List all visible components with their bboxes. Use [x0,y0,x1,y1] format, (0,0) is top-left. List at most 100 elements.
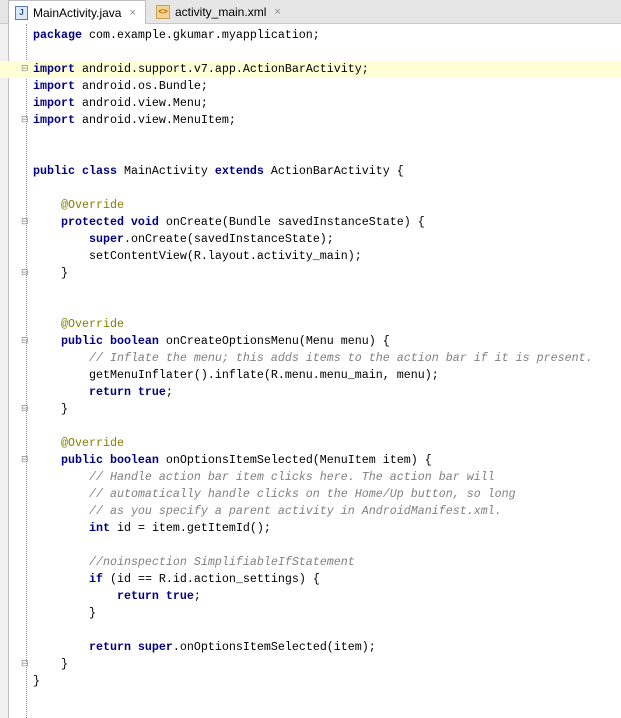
keyword: return true [116,589,194,603]
code-line[interactable]: @Override [0,316,621,333]
fold-end-icon[interactable]: ⊟ [21,116,30,125]
code-line[interactable]: super.onCreate(savedInstanceState); [0,231,621,248]
code-text: } [33,606,96,620]
code-line[interactable] [0,146,621,163]
comment: // automatically handle clicks on the Ho… [88,487,516,501]
keyword: import [33,96,75,110]
code-line[interactable] [0,180,621,197]
close-icon[interactable]: × [129,7,135,19]
code-line[interactable]: // automatically handle clicks on the Ho… [0,486,621,503]
annotation: @Override [60,317,124,331]
code-line[interactable]: } [0,605,621,622]
code-line[interactable]: return true; [0,588,621,605]
java-file-icon: J [15,5,28,20]
code-text: ; [165,385,173,399]
code-text: ; [193,589,201,603]
code-line[interactable]: protected void onCreate(Bundle savedInst… [0,214,621,231]
code-text: onCreate(Bundle savedInstanceState) { [158,215,425,229]
code-line[interactable]: // as you specify a parent activity in A… [0,503,621,520]
code-line[interactable]: } ⊟ [0,401,621,418]
keyword: import [33,113,75,127]
code-line[interactable]: package com.example.gkumar.myapplication… [0,27,621,44]
fold-collapse-icon[interactable]: ⊟ [21,337,30,346]
code-line[interactable] [0,44,621,61]
code-text: android.os.Bundle; [74,79,208,93]
code-line[interactable]: if (id == R.id.action_settings) { [0,571,621,588]
code-text: } [33,674,40,688]
code-line[interactable]: import android.view.Menu; [0,95,621,112]
code-line[interactable]: public class MainActivity extends Action… [0,163,621,180]
code-editor[interactable]: package com.example.gkumar.myapplication… [0,27,621,690]
code-text: getMenuInflater().inflate(R.menu.menu_ma… [33,368,439,382]
tab-main-activity-java[interactable]: J MainActivity.java × [8,0,146,24]
code-line[interactable]: return super.onOptionsItemSelected(item)… [0,639,621,656]
code-line[interactable] [0,299,621,316]
tab-activity-main-xml[interactable]: <> activity_main.xml × [150,0,290,23]
fold-collapse-icon[interactable]: ⊟ [21,65,30,74]
code-line[interactable]: @Override [0,197,621,214]
code-line[interactable]: } ⊟ [0,656,621,673]
fold-collapse-icon[interactable]: ⊟ [21,218,30,227]
code-line[interactable]: setContentView(R.layout.activity_main); [0,248,621,265]
code-line[interactable]: return true; [0,384,621,401]
code-line[interactable]: @Override [0,435,621,452]
code-text: android.support.v7.app.ActionBarActivity… [74,62,369,76]
code-line[interactable]: //noinspection SimplifiableIfStatement [0,554,621,571]
code-line[interactable] [0,129,621,146]
code-text: } [33,266,68,280]
fold-collapse-icon[interactable]: ⊟ [21,456,30,465]
code-line[interactable]: import android.support.v7.app.ActionBarA… [0,61,621,78]
keyword: super [88,232,124,246]
keyword: public class [33,164,117,178]
keyword: return true [88,385,166,399]
code-line[interactable]: int id = item.getItemId(); [0,520,621,537]
code-text: ActionBarActivity { [263,164,404,178]
code-line[interactable]: // Inflate the menu; this adds items to … [0,350,621,367]
keyword: public boolean [60,334,159,348]
annotation: @Override [60,436,124,450]
code-text: } [33,657,68,671]
code-line[interactable] [0,537,621,554]
code-line[interactable]: getMenuInflater().inflate(R.menu.menu_ma… [0,367,621,384]
xml-file-icon: <> [156,4,170,19]
code-line[interactable]: import android.os.Bundle; [0,78,621,95]
code-line[interactable]: } [0,673,621,690]
close-icon[interactable]: × [274,6,280,18]
keyword: if [88,572,103,586]
code-line[interactable] [0,418,621,435]
keyword: protected void [60,215,159,229]
editor-tab-bar: J MainActivity.java × <> activity_main.x… [0,0,621,24]
fold-end-icon[interactable]: ⊟ [21,269,30,278]
code-line[interactable]: public boolean onOptionsItemSelected(Men… [0,452,621,469]
code-line[interactable] [0,622,621,639]
code-line[interactable]: import android.view.MenuItem; ⊟ [0,112,621,129]
code-text: onCreateOptionsMenu(Menu menu) { [158,334,390,348]
code-text: } [33,402,68,416]
code-line[interactable]: // Handle action bar item clicks here. T… [0,469,621,486]
code-line[interactable] [0,282,621,299]
fold-end-icon[interactable]: ⊟ [21,660,30,669]
code-text: .onOptionsItemSelected(item); [172,640,376,654]
comment: //noinspection SimplifiableIfStatement [88,555,355,569]
comment: // Inflate the menu; this adds items to … [88,351,593,365]
code-text: .onCreate(savedInstanceState); [123,232,334,246]
fold-end-icon[interactable]: ⊟ [21,405,30,414]
comment: // Handle action bar item clicks here. T… [88,470,495,484]
keyword: int [88,521,110,535]
code-line[interactable]: } ⊟ [0,265,621,282]
code-line[interactable]: public boolean onCreateOptionsMenu(Menu … [0,333,621,350]
